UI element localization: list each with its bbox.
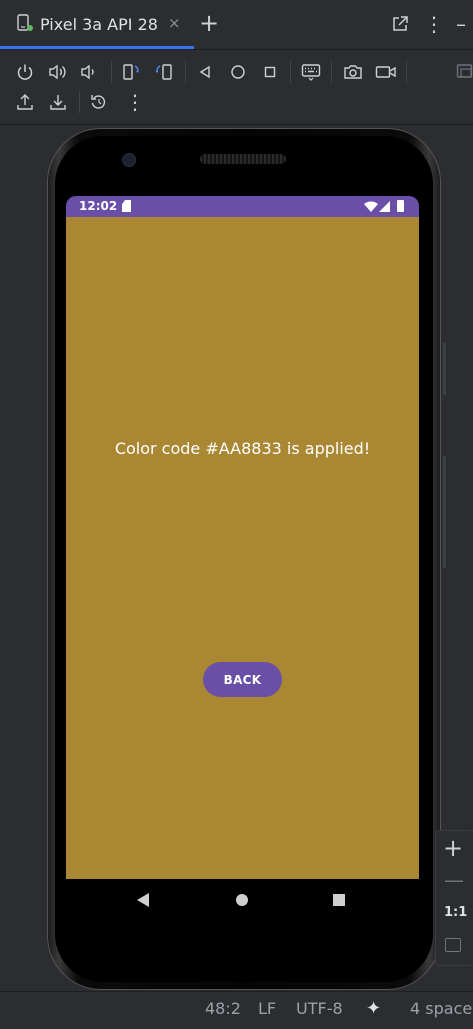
- cursor-position[interactable]: 48:2: [205, 999, 241, 1018]
- battery-icon: [397, 200, 404, 212]
- earpiece-speaker: [200, 154, 286, 164]
- line-ending[interactable]: LF: [258, 999, 276, 1018]
- zoom-out-button[interactable]: —: [444, 868, 464, 892]
- zoom-to-fit-icon[interactable]: [445, 938, 461, 952]
- toolbar-separator: [406, 61, 407, 83]
- camera-icon[interactable]: [343, 63, 363, 81]
- open-external-icon[interactable]: [391, 15, 409, 33]
- upload-icon[interactable]: [16, 93, 34, 111]
- device-screen[interactable]: 12:02 Color code #AA8833 is applied! BAC…: [66, 196, 419, 879]
- toolbar-separator: [331, 61, 332, 83]
- tab-title: Pixel 3a API 28: [40, 15, 158, 34]
- phone-volume-button[interactable]: [443, 456, 446, 568]
- fold-icon[interactable]: [456, 63, 473, 81]
- status-time: 12:02: [79, 199, 118, 213]
- rotate-left-icon[interactable]: [121, 62, 141, 82]
- toolbar-separator: [79, 91, 80, 113]
- keyboard-icon[interactable]: [301, 63, 321, 81]
- volume-up-icon[interactable]: [48, 63, 68, 81]
- back-button[interactable]: BACK: [203, 662, 282, 697]
- more-options-icon[interactable]: ⋮: [424, 12, 444, 36]
- download-icon[interactable]: [49, 93, 67, 111]
- zoom-in-button[interactable]: +: [443, 834, 463, 862]
- video-record-icon[interactable]: [375, 63, 397, 81]
- more-options-icon-2[interactable]: –: [456, 12, 466, 36]
- ai-assistant-icon[interactable]: ✦: [366, 998, 381, 1019]
- rotate-right-icon[interactable]: [154, 62, 174, 82]
- tab-close-icon[interactable]: ×: [168, 14, 181, 32]
- back-triangle-icon[interactable]: [198, 65, 212, 79]
- reset-icon[interactable]: [90, 93, 108, 111]
- nav-home-icon[interactable]: [236, 894, 248, 906]
- android-status-bar: 12:02: [66, 196, 419, 217]
- front-camera-icon: [122, 153, 136, 167]
- nav-recents-icon[interactable]: [333, 894, 345, 906]
- device-mirror-icon: [17, 14, 33, 31]
- wifi-icon: [364, 201, 378, 212]
- toolbar-separator: [111, 61, 112, 83]
- actual-size-button[interactable]: 1:1: [444, 905, 467, 920]
- file-encoding[interactable]: UTF-8: [296, 999, 343, 1018]
- toolbar-separator: [185, 61, 186, 83]
- new-tab-button[interactable]: +: [199, 9, 219, 37]
- cell-signal-icon: [379, 201, 390, 212]
- app-content: Color code #AA8833 is applied! BACK: [66, 217, 419, 879]
- volume-down-icon[interactable]: [80, 63, 98, 81]
- overview-square-icon[interactable]: [263, 65, 277, 79]
- more-vertical-icon[interactable]: ⋮: [125, 90, 145, 114]
- power-icon[interactable]: [16, 63, 34, 81]
- sd-card-icon: [122, 200, 131, 212]
- tab-active-indicator: [0, 46, 194, 49]
- tab-device-pixel-3a[interactable]: Pixel 3a API 28 ×: [0, 0, 194, 49]
- phone-power-button[interactable]: [443, 343, 446, 395]
- color-applied-message: Color code #AA8833 is applied!: [114, 439, 371, 458]
- indent-setting[interactable]: 4 spaces: [410, 999, 473, 1018]
- toolbar-separator: [290, 61, 291, 83]
- nav-back-icon[interactable]: [137, 893, 149, 907]
- home-circle-icon[interactable]: [230, 64, 246, 80]
